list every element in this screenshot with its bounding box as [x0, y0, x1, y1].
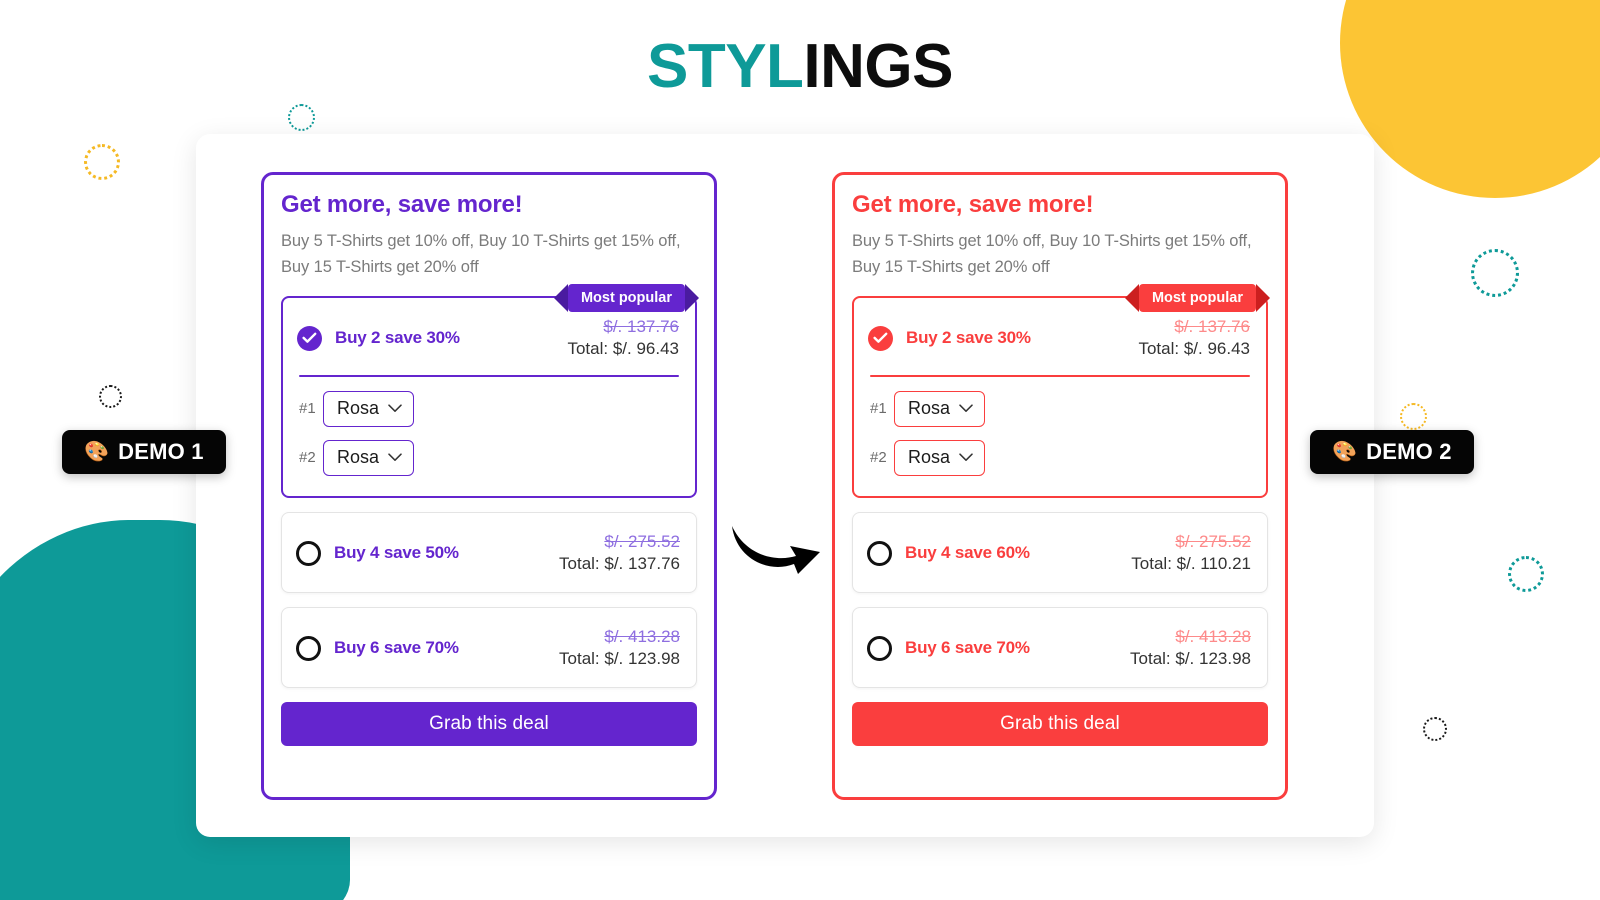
offer-option-row[interactable]: Buy 6 save 70% $/. 413.28 Total: $/. 123.9…: [281, 606, 697, 688]
offer-card-right: Get more, save more! Buy 5 T-Shirts get 1…: [832, 172, 1288, 800]
offer-card-subtitle: Buy 5 T-Shirts get 10% off, Buy 10 T-Shi…: [852, 231, 1252, 277]
dotted-circle-decoration: [1423, 717, 1447, 741]
variant-index-label: #2: [299, 449, 316, 467]
price-total: Total: $/. 96.43: [567, 339, 679, 359]
page-title-accent: STYL: [646, 32, 804, 101]
offer-card-left: Get more, save more! Buy 5 T-Shirts get 1…: [261, 172, 717, 800]
variant-select-value: Rosa: [337, 446, 380, 467]
curved-arrow-right-icon: [728, 512, 824, 576]
offer-option-label: Buy 2 save 30%: [906, 328, 1031, 348]
demo-1-label: DEMO 1: [118, 439, 204, 464]
dotted-circle-decoration: [1400, 403, 1427, 430]
offer-card-subtitle: Buy 5 T-Shirts get 10% off, Buy 10 T-Shi…: [281, 231, 681, 277]
radio-checked-icon[interactable]: [297, 325, 322, 351]
offer-option-header[interactable]: Buy 6 save 70% $/. 413.28 Total: $/. 123.9…: [853, 608, 1267, 687]
divider: [299, 374, 679, 377]
variant-index-label: #2: [870, 449, 887, 467]
offer-option-row[interactable]: Buy 4 save 50% $/. 275.52 Total: $/. 137.7…: [281, 511, 697, 593]
offer-option-label: Buy 6 save 70%: [334, 638, 459, 658]
divider: [870, 374, 1250, 377]
variant-select-value: Rosa: [908, 446, 951, 467]
variant-select[interactable]: Rosa: [323, 439, 415, 476]
page-title-rest: INGS: [803, 32, 954, 101]
grab-this-deal-button[interactable]: Grab this deal: [281, 701, 697, 746]
offer-card-title: Get more, save more!: [852, 191, 1094, 218]
variant-index-label: #1: [299, 400, 316, 418]
offer-option-prices: $/. 413.28 Total: $/. 123.98: [559, 626, 680, 671]
offer-option-prices: $/. 413.28 Total: $/. 123.98: [1130, 626, 1251, 671]
variant-select[interactable]: Rosa: [323, 390, 415, 427]
price-original: $/. 413.28: [604, 626, 680, 646]
most-popular-ribbon: Most popular: [1124, 284, 1271, 313]
dotted-circle-decoration: [1471, 249, 1519, 297]
variant-row: #2 Rosa: [299, 439, 679, 476]
variant-select[interactable]: Rosa: [894, 390, 986, 427]
offer-option-label: Buy 6 save 70%: [905, 638, 1030, 658]
variant-select-value: Rosa: [908, 397, 951, 418]
offer-option-row[interactable]: Most popular Buy 2 save 30% $/. 137.76 Tota…: [852, 284, 1271, 498]
offer-option-label: Buy 4 save 50%: [334, 543, 459, 563]
price-total: Total: $/. 137.76: [559, 554, 680, 574]
demo-2-label: DEMO 2: [1366, 439, 1452, 464]
price-original: $/. 275.52: [604, 531, 680, 551]
radio-unchecked-icon[interactable]: [867, 540, 892, 566]
offer-option-row[interactable]: Buy 4 save 60% $/. 275.52 Total: $/. 110.2…: [852, 511, 1268, 593]
offer-option-row[interactable]: Most popular Buy 2 save 30% $/. 137.76 Tota…: [281, 284, 700, 498]
radio-unchecked-icon[interactable]: [296, 635, 321, 661]
offer-card-title: Get more, save more!: [281, 191, 523, 218]
dotted-circle-decoration: [99, 385, 122, 408]
price-total: Total: $/. 110.21: [1131, 554, 1251, 574]
offer-option-prices: $/. 137.76 Total: $/. 96.43: [1138, 316, 1250, 361]
palette-icon: 🎨: [1332, 441, 1358, 463]
offer-option-variants: #1 Rosa #2 Rosa: [283, 374, 695, 496]
offer-option-header[interactable]: Buy 6 save 70% $/. 413.28 Total: $/. 123.9…: [282, 608, 696, 687]
palette-icon: 🎨: [84, 441, 110, 463]
grab-this-deal-button[interactable]: Grab this deal: [852, 701, 1268, 746]
dotted-circle-decoration: [1508, 556, 1544, 592]
price-total: Total: $/. 96.43: [1138, 339, 1250, 359]
offer-option-label: Buy 2 save 30%: [335, 328, 460, 348]
variant-row: #1 Rosa: [870, 390, 1250, 427]
variant-row: #1 Rosa: [299, 390, 679, 427]
price-original: $/. 413.28: [1175, 626, 1251, 646]
chevron-down-icon[interactable]: [959, 404, 973, 413]
price-original: $/. 137.76: [1174, 317, 1250, 337]
offer-option-header[interactable]: Buy 4 save 50% $/. 275.52 Total: $/. 137.7…: [282, 513, 696, 592]
variant-select[interactable]: Rosa: [894, 439, 986, 476]
dotted-circle-decoration: [84, 144, 120, 180]
radio-checked-icon[interactable]: [868, 325, 893, 351]
chevron-down-icon[interactable]: [388, 404, 402, 413]
chevron-down-icon[interactable]: [959, 453, 973, 462]
offer-card-inner: Get more, save more! Buy 5 T-Shirts get 1…: [264, 175, 714, 688]
offer-card-inner: Get more, save more! Buy 5 T-Shirts get 1…: [835, 175, 1285, 688]
variant-select-value: Rosa: [337, 397, 380, 418]
price-total: Total: $/. 123.98: [559, 649, 680, 669]
price-original: $/. 275.52: [1175, 531, 1251, 551]
demo-2-badge: 🎨 DEMO 2: [1310, 430, 1474, 474]
yellow-circle-decoration: [1340, 0, 1600, 198]
chevron-down-icon[interactable]: [388, 453, 402, 462]
dotted-circle-decoration: [288, 104, 315, 131]
page-root: STYLINGS 🎨 DEMO 1 🎨 DEMO 2 Get more, sav…: [0, 0, 1600, 900]
offer-option-variants: #1 Rosa #2 Rosa: [854, 374, 1266, 496]
offer-option-label: Buy 4 save 60%: [905, 543, 1030, 563]
offer-option-row[interactable]: Buy 6 save 70% $/. 413.28 Total: $/. 123.9…: [852, 606, 1268, 688]
price-original: $/. 137.76: [603, 317, 679, 337]
radio-unchecked-icon[interactable]: [867, 635, 892, 661]
page-title: STYLINGS: [0, 36, 1600, 98]
demo-1-badge: 🎨 DEMO 1: [62, 430, 226, 474]
price-total: Total: $/. 123.98: [1130, 649, 1251, 669]
variant-index-label: #1: [870, 400, 887, 418]
variant-row: #2 Rosa: [870, 439, 1250, 476]
offer-option-prices: $/. 275.52 Total: $/. 137.76: [559, 531, 680, 576]
radio-unchecked-icon[interactable]: [296, 540, 321, 566]
offer-option-prices: $/. 137.76 Total: $/. 96.43: [567, 316, 679, 361]
offer-option-header[interactable]: Buy 4 save 60% $/. 275.52 Total: $/. 110.2…: [853, 513, 1267, 592]
offer-option-prices: $/. 275.52 Total: $/. 110.21: [1131, 531, 1251, 576]
most-popular-ribbon: Most popular: [553, 284, 700, 313]
